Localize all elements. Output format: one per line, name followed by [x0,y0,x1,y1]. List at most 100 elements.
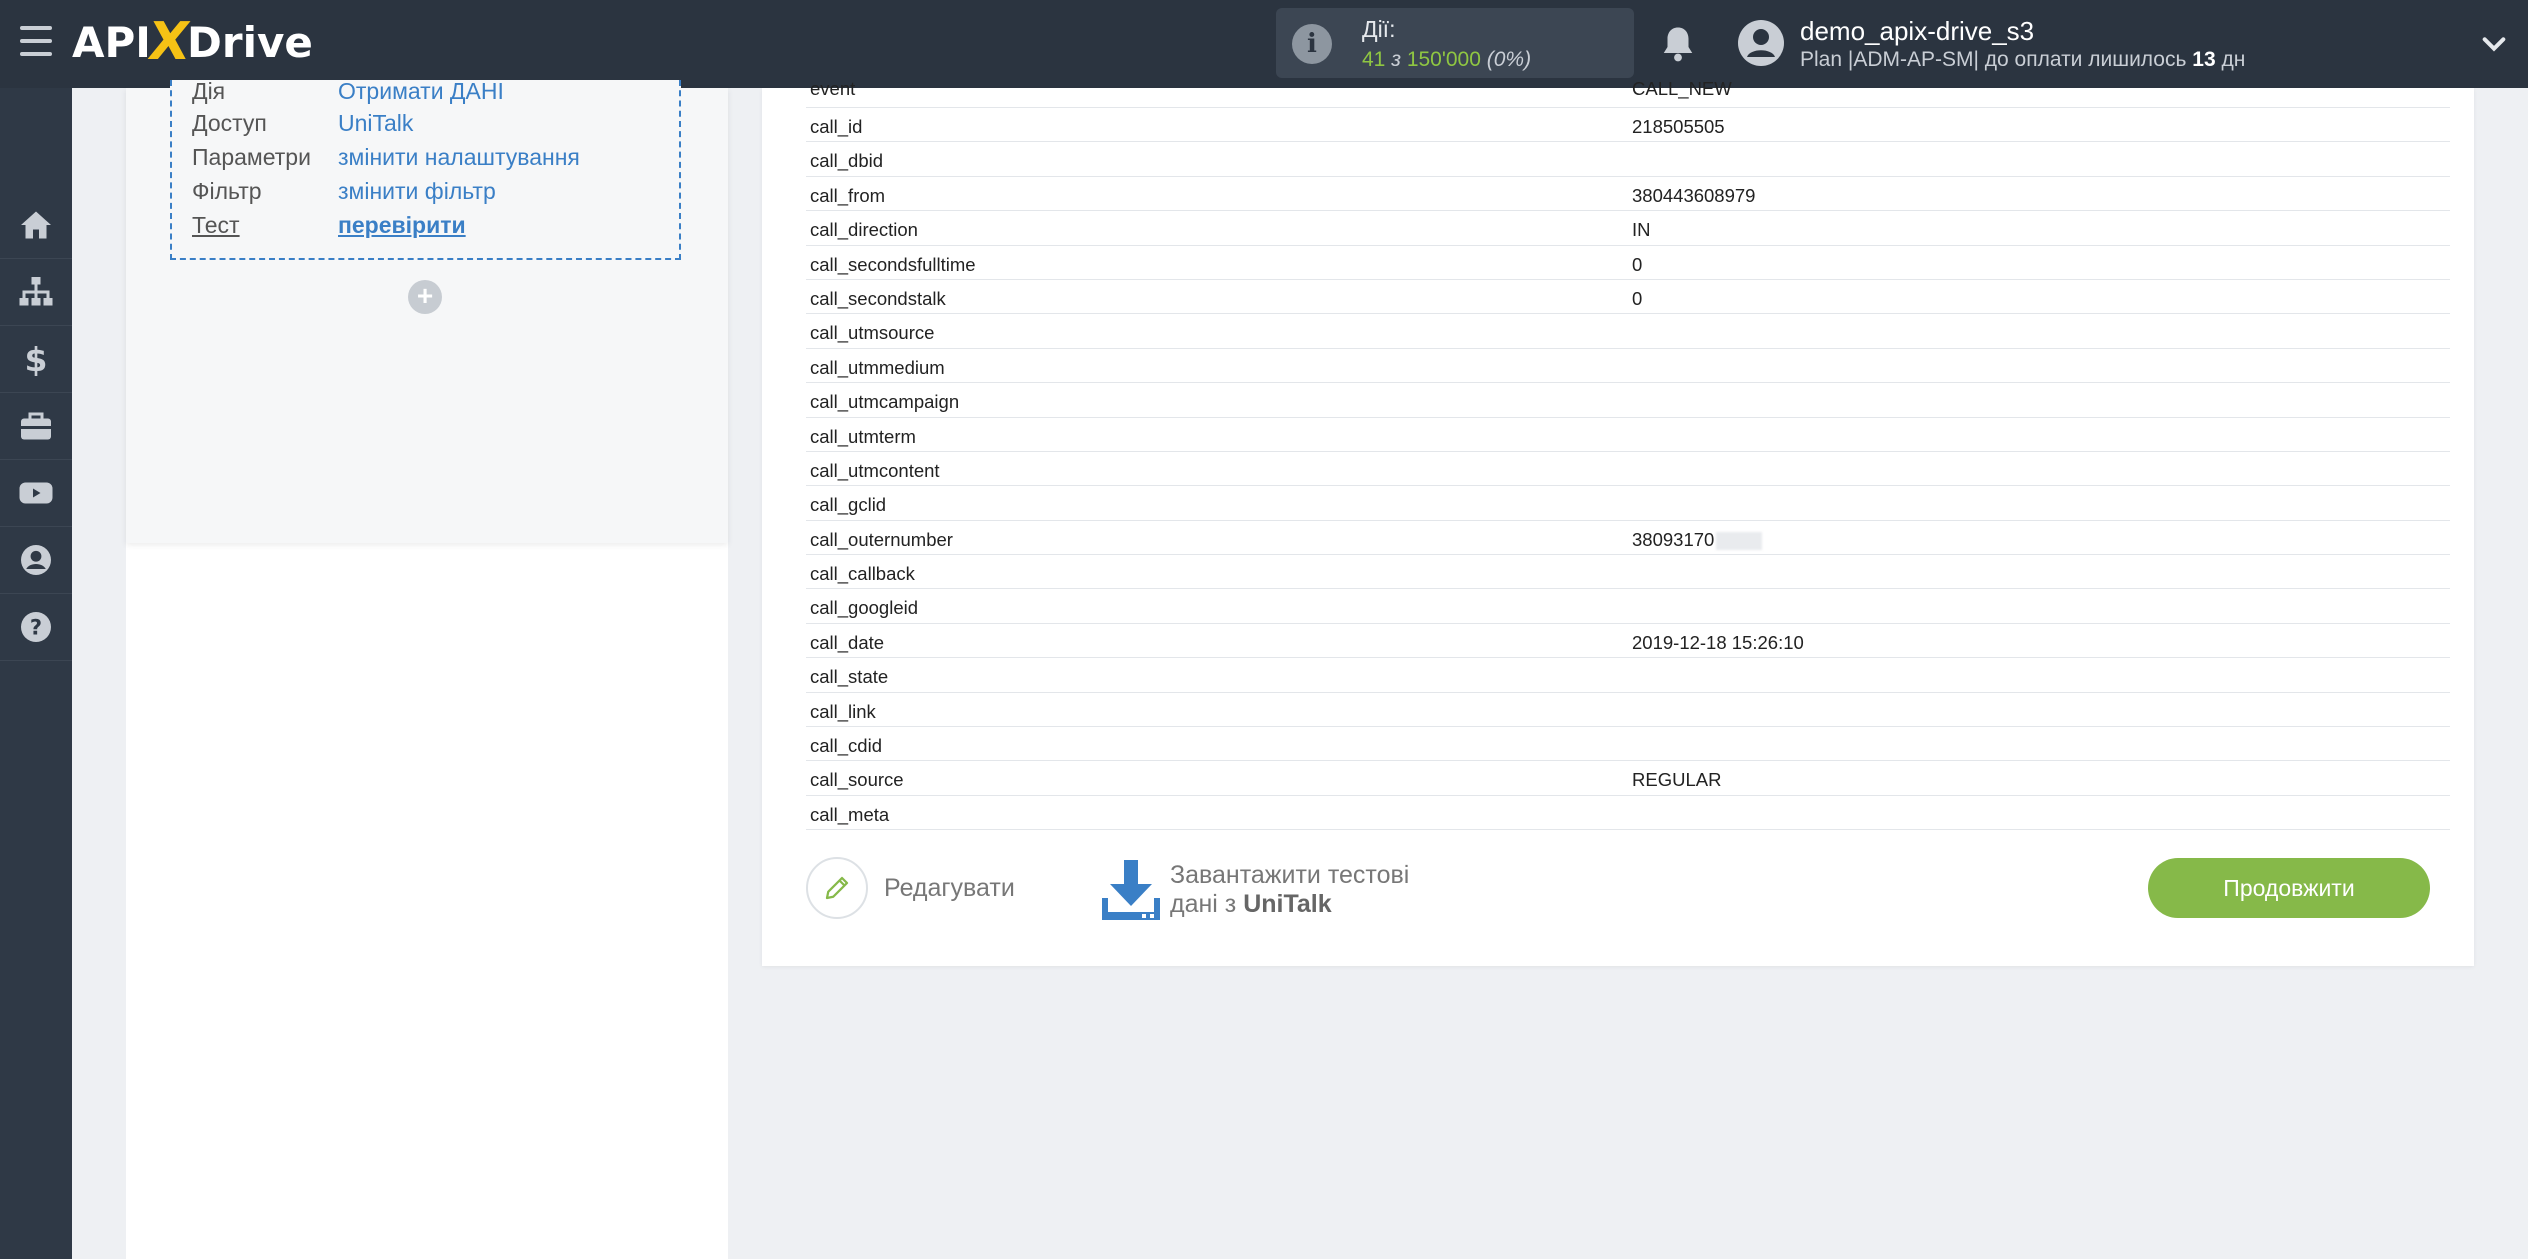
field-name: call_callback [810,563,915,585]
table-row: call_utmcampaign [806,383,2450,418]
avatar[interactable] [1736,18,1786,68]
logo-drive: Drive [187,17,313,67]
field-name: call_googleid [810,597,919,619]
info-icon: i [1292,24,1332,64]
user-name: demo_apix-drive_s3 [1800,16,2035,46]
actions-counter[interactable]: i Дії: 41 з 150'000 (0%) [1276,8,1634,78]
actions-used: 41 [1362,48,1386,71]
table-row: call_meta [806,796,2450,831]
sidebar: $ ? [0,88,72,1259]
plan-days-unit: дн [2221,48,2246,71]
download-icon [1102,860,1160,920]
home-icon[interactable] [0,192,72,259]
field-value: REGULAR [1632,769,1722,791]
table-row: call_cdid [806,727,2450,762]
field-name: call_meta [810,803,890,825]
briefcase-icon[interactable] [0,393,72,460]
field-value: IN [1632,219,1651,241]
actions-limit: 150'000 [1406,48,1481,71]
step-card: Дія Отримати ДАНІ Доступ UniTalk Парамет… [126,78,728,543]
user-plan: Plan |ADM-AP-SM| до оплати лишилось 13 д… [1800,48,2245,72]
help-icon[interactable]: ? [0,594,72,661]
step-key: Фільтр [192,178,262,204]
field-name: event [810,78,856,99]
bell-icon[interactable] [1660,24,1696,64]
data-table: event CALL_NEW call_id 218505505 call_dbi… [806,74,2450,831]
step-value[interactable]: Отримати ДАНІ [338,78,504,105]
table-row: event CALL_NEW [806,74,2450,108]
dollar-icon[interactable]: $ [0,326,72,393]
field-name: call_state [810,666,889,688]
field-name: call_utmsource [810,322,935,344]
field-name: call_secondstalk [810,287,946,309]
table-row: call_id 218505505 [806,108,2450,143]
field-value: 2019-12-18 15:26:10 [1632,631,1804,653]
field-name: call_dbid [810,150,884,172]
table-row: call_from 380443608979 [806,177,2450,212]
actions-of: з [1391,48,1401,71]
step-key: Доступ [192,110,267,136]
field-name: call_direction [810,219,918,241]
field-value: 0 [1632,253,1643,275]
table-row: call_utmterm [806,418,2450,452]
add-step-button[interactable]: + [408,280,442,314]
chevron-down-icon[interactable] [2480,30,2508,58]
table-row: call_source REGULAR [806,761,2450,796]
menu-icon[interactable] [20,26,52,56]
pencil-icon [825,876,849,900]
table-row: call_link [806,693,2450,728]
logo-x: X [144,12,194,72]
load-test-data-button[interactable]: Завантажити тестові дані з UniTalk [1100,858,1409,922]
step-key: Тест [192,212,240,238]
actions-label: Дії: [1362,16,1396,42]
table-row: call_utmcontent [806,452,2450,487]
field-name: call_outernumber [810,528,953,550]
step-value[interactable]: змінити фільтр [338,178,496,205]
plan-text: Plan |ADM-AP-SM| до оплати лишилось [1800,48,2187,71]
step-value[interactable]: змінити налаштування [338,144,580,171]
load-prefix: дані з [1170,890,1237,918]
svg-text:?: ? [30,616,42,640]
field-name: call_utmmedium [810,356,945,378]
step-key: Параметри [192,144,311,170]
sitemap-icon[interactable] [0,259,72,326]
table-row: call_utmmedium [806,349,2450,384]
edit-button[interactable]: Редагувати [806,857,1015,919]
edit-icon-circle [806,857,868,919]
field-value: CALL_NEW [1632,78,1732,99]
step-key: Дія [192,78,226,104]
table-row: call_date 2019-12-18 15:26:10 [806,624,2450,659]
table-row: call_utmsource [806,314,2450,349]
table-row: call_direction IN [806,211,2450,246]
load-service: UniTalk [1243,890,1332,918]
field-value: 38093170 [1632,528,1715,550]
field-value-masked: 38093170 [1632,528,1763,551]
actions-count: 41 з 150'000 (0%) [1362,48,1531,72]
field-name: call_utmcontent [810,459,940,481]
logo[interactable]: API X Drive [72,12,313,72]
field-name: call_source [810,769,904,791]
field-name: call_link [810,700,876,722]
load-label-line1: Завантажити тестові [1170,861,1410,889]
field-name: call_date [810,631,885,653]
table-row: call_state [806,658,2450,693]
continue-button[interactable]: Продовжити [2148,858,2430,918]
plan-days: 13 [2192,48,2216,71]
step-value[interactable]: UniTalk [338,110,413,137]
table-row: call_outernumber 38093170 [806,521,2450,556]
youtube-icon[interactable] [0,460,72,527]
field-value: 380443608979 [1632,184,1756,206]
user-icon[interactable] [0,527,72,594]
table-row: call_googleid [806,589,2450,624]
step-value[interactable]: перевірити [338,212,466,239]
field-value: 218505505 [1632,116,1725,137]
edit-label: Редагувати [884,873,1015,902]
table-row: call_secondsfulltime 0 [806,246,2450,280]
field-value: 0 [1632,287,1643,309]
load-label-line2: дані з UniTalk [1170,890,1409,919]
field-name: call_utmterm [810,425,916,447]
logo-api: API [72,17,151,67]
table-row: call_dbid [806,142,2450,177]
field-name: call_id [810,116,863,137]
table-row: call_gclid [806,486,2450,521]
